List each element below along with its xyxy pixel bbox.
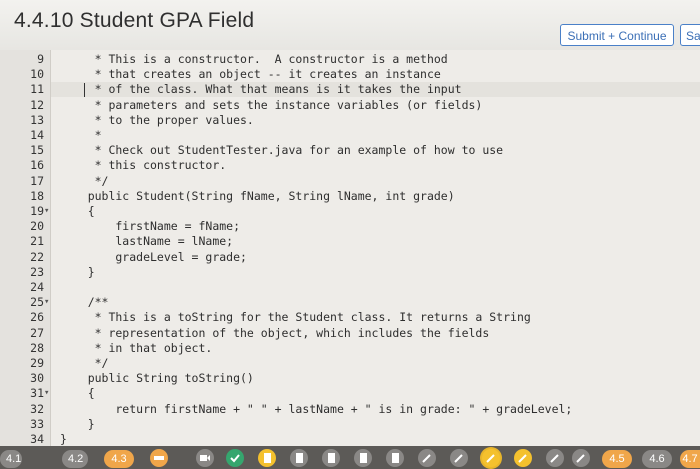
line-number: 14 <box>30 128 44 142</box>
line-gutter: 9 10 11 12 13 14 15 16 17 18 19 ▾ 20 21 22 23 24 25 ▾ 26 27 2… <box>0 50 51 446</box>
line-number: 24 <box>30 280 44 294</box>
text-cursor <box>84 83 85 97</box>
code-line[interactable]: public String toString() <box>60 371 254 386</box>
video-glyph <box>200 455 210 461</box>
code-line[interactable]: * parameters and sets the instance varia… <box>60 98 483 113</box>
check-glyph <box>230 454 240 463</box>
code-line[interactable]: lastName = lName; <box>60 234 233 249</box>
video-icon[interactable] <box>150 449 168 467</box>
pencil-glyph <box>576 454 585 463</box>
code-line[interactable]: */ <box>60 174 109 189</box>
code-line[interactable]: return firstName + " " + lastName + " is… <box>60 402 572 417</box>
code-line[interactable]: * This is a toString for the Student cla… <box>60 310 531 325</box>
pencil-icon[interactable] <box>546 449 564 467</box>
line-number: 33 <box>30 416 44 431</box>
video-glyph <box>154 456 164 460</box>
code-line[interactable]: * that creates an object -- it creates a… <box>60 67 441 82</box>
pencil-icon[interactable] <box>572 449 590 467</box>
code-line[interactable]: /** <box>60 295 109 310</box>
line-number: 26 <box>30 310 44 325</box>
code-line[interactable]: * to the proper values. <box>60 113 254 128</box>
line-number: 34 <box>30 432 44 446</box>
doc-icon[interactable] <box>322 449 340 467</box>
lesson-tab-4-3[interactable]: 4.3 <box>104 450 134 468</box>
code-line[interactable]: * in that object. <box>60 341 213 356</box>
code-editor[interactable]: 9 10 11 12 13 14 15 16 17 18 19 ▾ 20 21 22 23 24 25 ▾ 26 27 2… <box>0 50 700 446</box>
doc-glyph <box>328 453 335 463</box>
pencil-glyph <box>518 454 527 463</box>
code-line[interactable]: } <box>60 432 67 447</box>
line-number: 31 <box>30 386 44 401</box>
code-line[interactable]: */ <box>60 356 109 371</box>
page-title: 4.4.10 Student GPA Field <box>14 9 255 32</box>
doc-icon[interactable] <box>386 449 404 467</box>
fold-arrow-icon[interactable]: ▾ <box>44 204 50 219</box>
line-number: 27 <box>30 325 44 340</box>
fold-arrow-icon[interactable]: ▾ <box>44 386 50 401</box>
pencil-glyph <box>454 454 463 463</box>
line-number: 21 <box>30 234 44 249</box>
doc-glyph <box>264 453 271 463</box>
lesson-tab-4-5[interactable]: 4.5 <box>602 450 632 468</box>
doc-glyph <box>392 453 399 463</box>
code-line[interactable]: * this constructor. <box>60 158 227 173</box>
code-line[interactable]: { <box>60 204 95 219</box>
line-number: 15 <box>30 143 44 158</box>
line-number: 22 <box>30 249 44 264</box>
line-number: 23 <box>30 264 44 279</box>
doc-icon[interactable] <box>258 449 276 467</box>
line-number: 12 <box>30 97 44 112</box>
doc-glyph <box>296 453 303 463</box>
line-number: 9 <box>37 52 44 66</box>
code-line[interactable]: * Check out StudentTester.java for an ex… <box>60 143 504 158</box>
lesson-tab-4-1[interactable]: 4.1 <box>0 450 22 468</box>
code-line[interactable]: firstName = fName; <box>60 219 240 234</box>
line-number: 16 <box>30 158 44 173</box>
pencil-glyph <box>486 454 495 463</box>
line-number: 10 <box>30 67 44 82</box>
code-area[interactable]: * This is a constructor. A constructor i… <box>60 50 700 446</box>
code-line[interactable]: } <box>60 417 95 432</box>
code-line[interactable]: * representation of the object, which in… <box>60 326 490 341</box>
line-number: 18 <box>30 188 44 203</box>
pencil-icon[interactable] <box>450 449 468 467</box>
line-number: 19 <box>30 204 44 218</box>
submit-continue-button[interactable]: Submit + Continue <box>560 24 674 46</box>
code-line[interactable]: public Student(String fName, String lNam… <box>60 189 455 204</box>
check-icon[interactable] <box>226 449 244 467</box>
line-number: 17 <box>30 173 44 188</box>
fold-arrow-icon[interactable]: ▾ <box>44 295 50 310</box>
line-number: 13 <box>30 112 44 127</box>
code-line[interactable]: * of the class. What that means is it ta… <box>60 82 462 97</box>
line-number: 30 <box>30 371 44 386</box>
doc-glyph <box>360 453 367 463</box>
lesson-tab-4-7[interactable]: 4.7 <box>680 450 700 468</box>
save-button[interactable]: Sa <box>680 24 700 46</box>
top-bar: 4.4.10 Student GPA Field Submit + Contin… <box>0 0 700 51</box>
lesson-tab-4-6[interactable]: 4.6 <box>642 450 672 468</box>
line-number: 32 <box>30 401 44 416</box>
pencil-glyph <box>550 454 559 463</box>
line-number: 25 <box>30 295 44 310</box>
pencil-glyph <box>422 454 431 463</box>
code-line[interactable]: * This is a constructor. A constructor i… <box>60 52 448 67</box>
lesson-navigation-bar: 4.1 4.2 4.3 4.5 4.6 4.7 <box>0 446 700 469</box>
line-number: 11 <box>30 82 44 97</box>
code-line[interactable]: gradeLevel = grade; <box>60 250 247 265</box>
code-line[interactable]: { <box>60 386 95 401</box>
pencil-icon[interactable] <box>418 449 436 467</box>
lesson-tab-4-2[interactable]: 4.2 <box>62 450 88 468</box>
pencil-icon[interactable] <box>482 449 500 467</box>
line-number: 28 <box>30 340 44 355</box>
pencil-icon[interactable] <box>514 449 532 467</box>
video-icon[interactable] <box>196 449 214 467</box>
line-number: 20 <box>30 219 44 234</box>
code-line[interactable]: } <box>60 265 95 280</box>
code-line[interactable]: * <box>60 128 102 143</box>
doc-icon[interactable] <box>290 449 308 467</box>
line-number: 29 <box>30 356 44 370</box>
doc-icon[interactable] <box>354 449 372 467</box>
